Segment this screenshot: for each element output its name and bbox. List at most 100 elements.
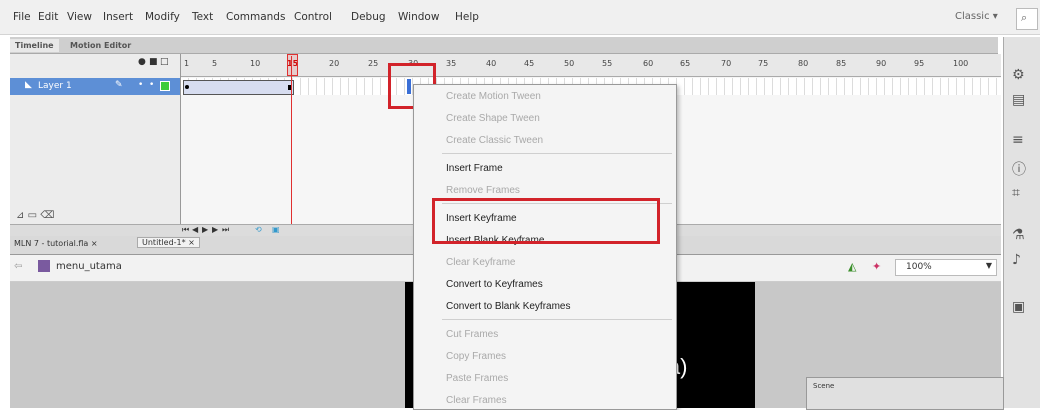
layer-name[interactable]: Layer 1: [38, 81, 72, 91]
search-icon: ⌕: [1021, 11, 1028, 24]
layer-row[interactable]: ◣ Layer 1 ✎ • •: [10, 78, 180, 95]
eye-icon[interactable]: ●: [138, 57, 146, 67]
chevron-down-icon: ▼: [985, 261, 992, 270]
menu-edit[interactable]: Edit: [38, 11, 58, 23]
menu-text[interactable]: Text: [192, 11, 213, 23]
tab-label: MLN 7 - tutorial.fla: [14, 239, 89, 248]
ruler-label: 50: [564, 59, 575, 68]
ruler-label: 40: [486, 59, 497, 68]
play-icon[interactable]: ▶: [202, 225, 208, 234]
workspace-label: Classic: [955, 11, 990, 22]
ruler-label: 85: [836, 59, 847, 68]
menu-view[interactable]: View: [67, 11, 92, 23]
ruler-label: 100: [953, 59, 969, 68]
frame-span[interactable]: [183, 80, 294, 95]
components-icon[interactable]: ♪: [1012, 252, 1021, 268]
menu-item-cut-frames[interactable]: Cut Frames: [446, 329, 498, 340]
tab-document-2[interactable]: Untitled-1* ×: [137, 237, 200, 248]
layer-tools: ⊿ ▭ ⌫: [16, 210, 54, 221]
layer-type-icon: ◣: [25, 80, 32, 90]
delete-layer-icon[interactable]: ⌫: [40, 210, 54, 221]
menu-item-paste-frames[interactable]: Paste Frames: [446, 373, 508, 384]
ruler-label: 60: [643, 59, 654, 68]
timeline-panel-tabs: Timeline Motion Editor: [10, 37, 998, 54]
menu-item-remove-frames[interactable]: Remove Frames: [446, 185, 520, 196]
menu-item-create-shape-tween[interactable]: Create Shape Tween: [446, 113, 540, 124]
menu-item-clear-frames[interactable]: Clear Frames: [446, 395, 507, 406]
onion-skin-icon[interactable]: ▣: [272, 225, 280, 234]
playhead-line[interactable]: [291, 56, 292, 224]
layer-lock-dot[interactable]: •: [149, 80, 154, 90]
close-icon[interactable]: ×: [91, 239, 98, 248]
ruler-label: 75: [758, 59, 769, 68]
ruler-label: 1: [184, 59, 190, 68]
scene-panel: Scene: [806, 377, 1004, 410]
lock-icon[interactable]: ■: [149, 57, 158, 67]
new-layer-icon[interactable]: ⊿: [16, 210, 24, 221]
menu-item-clear-keyframe[interactable]: Clear Keyframe: [446, 257, 515, 268]
insert-keyframe-highlight-box: [432, 198, 660, 244]
menu-item-convert-to-blank-keyframes[interactable]: Convert to Blank Keyframes: [446, 301, 571, 312]
ruler-label: 65: [680, 59, 691, 68]
ruler-label: 95: [914, 59, 925, 68]
menu-window[interactable]: Window: [398, 11, 439, 23]
prev-frame-icon[interactable]: ◀: [192, 225, 198, 234]
menu-item-insert-frame[interactable]: Insert Frame: [446, 163, 503, 174]
menu-item-convert-to-keyframes[interactable]: Convert to Keyframes: [446, 279, 543, 290]
menu-separator: [442, 319, 672, 320]
tab-motion-editor[interactable]: Motion Editor: [65, 39, 136, 52]
zoom-value: 100%: [906, 262, 932, 272]
menu-debug[interactable]: Debug: [351, 11, 386, 23]
chevron-down-icon: ▾: [992, 11, 998, 22]
menu-modify[interactable]: Modify: [145, 11, 180, 23]
first-frame-icon[interactable]: ⏮: [182, 225, 189, 235]
pencil-icon: ✎: [115, 80, 123, 90]
context-menu: Create Motion Tween Create Shape Tween C…: [413, 84, 677, 410]
code-snippets-icon[interactable]: ⚗: [1012, 227, 1025, 243]
tab-document-1[interactable]: MLN 7 - tutorial.fla ×: [10, 239, 102, 248]
info-icon[interactable]: ⓘ: [1012, 159, 1026, 179]
menu-commands[interactable]: Commands: [226, 11, 285, 23]
next-frame-icon[interactable]: ▶: [212, 225, 218, 234]
ruler-label: 5: [212, 59, 218, 68]
menu-file[interactable]: File: [13, 11, 31, 23]
library-icon[interactable]: ▤: [1012, 92, 1025, 108]
menu-item-create-classic-tween[interactable]: Create Classic Tween: [446, 135, 543, 146]
ruler-label: 70: [721, 59, 732, 68]
keyframe-dot: [185, 85, 189, 89]
scene-name[interactable]: menu_utama: [56, 261, 122, 272]
zoom-select[interactable]: 100% ▼: [895, 259, 997, 276]
tab-timeline[interactable]: Timeline: [10, 39, 59, 52]
menu-bar: File Edit View Insert Modify Text Comman…: [0, 0, 1040, 35]
align-icon[interactable]: ≡: [1012, 132, 1024, 148]
frame-ruler[interactable]: 1 5 10 15 20 25 30 35 40 45 50 55 60 65 …: [181, 54, 1001, 77]
edit-scene-icon[interactable]: ◭: [848, 260, 856, 273]
outline-icon[interactable]: □: [160, 57, 169, 67]
search-input[interactable]: ⌕: [1016, 8, 1038, 30]
playhead-marker[interactable]: [287, 54, 298, 76]
menu-insert[interactable]: Insert: [103, 11, 133, 23]
back-arrow-icon[interactable]: ⇦: [14, 261, 22, 272]
edit-symbol-icon[interactable]: ✦: [872, 260, 881, 273]
menu-item-create-motion-tween[interactable]: Create Motion Tween: [446, 91, 541, 102]
menu-control[interactable]: Control: [294, 11, 332, 23]
menu-help[interactable]: Help: [455, 11, 479, 23]
ruler-label: 90: [876, 59, 887, 68]
last-frame-icon[interactable]: ⏭: [222, 225, 229, 235]
loop-icon[interactable]: ⟲: [255, 225, 262, 234]
new-folder-icon[interactable]: ▭: [28, 210, 37, 221]
ruler-label: 10: [250, 59, 261, 68]
layer-visibility-dot[interactable]: •: [138, 80, 143, 90]
ruler-label: 20: [329, 59, 340, 68]
workspace-switcher[interactable]: Classic ▾: [955, 11, 998, 22]
motion-presets-icon[interactable]: ▣: [1012, 299, 1025, 315]
close-icon[interactable]: ×: [188, 238, 195, 247]
ruler-label: 25: [368, 59, 379, 68]
layer-outline-color[interactable]: [160, 81, 170, 91]
ruler-label: 45: [524, 59, 535, 68]
menu-separator: [442, 153, 672, 154]
properties-icon[interactable]: ⚙: [1012, 67, 1025, 83]
menu-item-copy-frames[interactable]: Copy Frames: [446, 351, 506, 362]
scene-icon: [38, 260, 50, 272]
transform-icon[interactable]: ⌗: [1012, 185, 1020, 201]
